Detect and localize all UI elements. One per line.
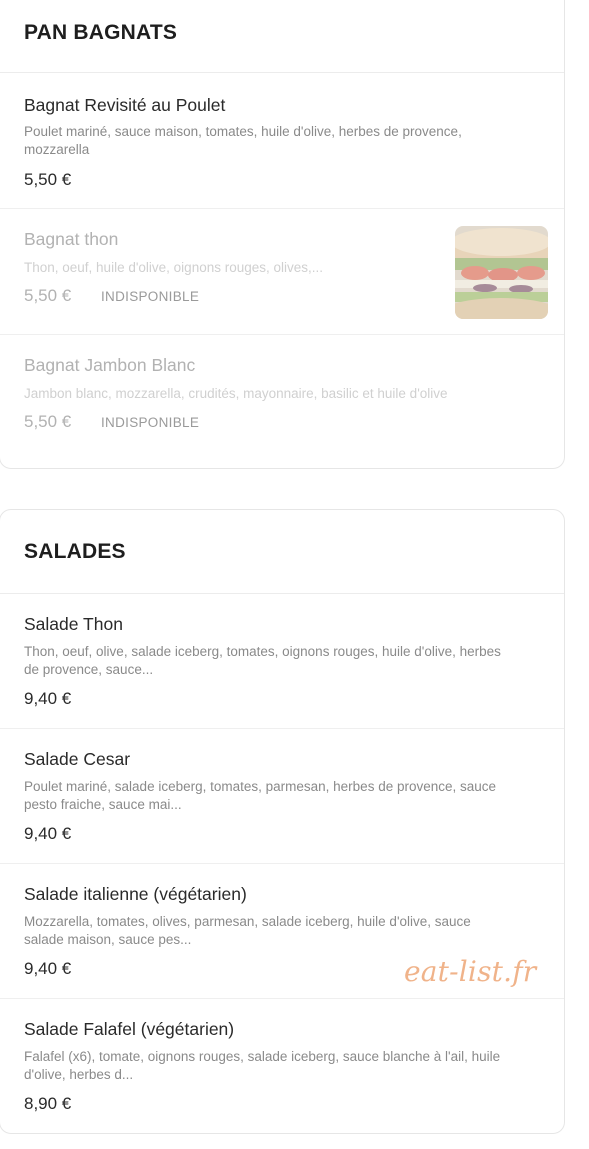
item-name: Bagnat Revisité au Poulet [24,95,226,115]
item-name: Bagnat Jambon Blanc [24,355,196,375]
watermark-text: eat-list.fr [404,955,537,988]
item-price: 5,50 € [24,286,72,305]
item-description: Thon, oeuf, huile d'olive, oignons rouge… [24,260,324,275]
menu-item-unavailable: Bagnat thon Thon, oeuf, huile d'olive, o… [0,209,564,335]
item-price: 9,40 € [24,959,72,978]
section-card-pan-bagnats: PAN BAGNATS Bagnat Revisité au Poulet Po… [0,0,565,469]
item-description: Mozzarella, tomates, olives, parmesan, s… [24,914,471,947]
item-price: 5,50 € [24,170,72,189]
item-description: Falafel (x6), tomate, oignons rouges, sa… [24,1049,501,1082]
sandwich-photo-icon [455,226,548,319]
item-description: Jambon blanc, mozzarella, crudités, mayo… [24,386,448,401]
unavailable-badge: INDISPONIBLE [101,289,200,304]
section-title: PAN BAGNATS [24,21,178,44]
menu-item-unavailable: Bagnat Jambon Blanc Jambon blanc, mozzar… [0,335,564,461]
section-title: SALADES [24,540,126,563]
item-name: Salade Falafel (végétarien) [24,1019,235,1039]
item-name: Bagnat thon [24,229,119,249]
item-description: Thon, oeuf, olive, salade iceberg, tomat… [24,644,501,677]
item-price: 9,40 € [24,824,72,843]
item-description: Poulet mariné, salade iceberg, tomates, … [24,779,497,812]
item-name: Salade Cesar [24,749,131,769]
item-name: Salade Thon [24,614,123,634]
item-price: 5,50 € [24,412,72,431]
item-price: 9,40 € [24,689,72,708]
unavailable-badge: INDISPONIBLE [101,415,200,430]
section-card-salades: SALADES Salade Thon Thon, oeuf, olive, s… [0,509,565,1134]
menu-item[interactable]: Salade Thon Thon, oeuf, olive, salade ic… [0,594,564,729]
section-header: SALADES [0,510,564,594]
menu-item[interactable]: Salade Falafel (végétarien) Falafel (x6)… [0,999,564,1133]
menu-item[interactable]: Salade Cesar Poulet mariné, salade icebe… [0,729,564,864]
item-price: 8,90 € [24,1094,72,1113]
item-name: Salade italienne (végétarien) [24,884,247,904]
section-header: PAN BAGNATS [0,0,564,73]
item-description: Poulet mariné, sauce maison, tomates, hu… [24,124,462,157]
menu-item[interactable]: Bagnat Revisité au Poulet Poulet mariné,… [0,73,564,209]
